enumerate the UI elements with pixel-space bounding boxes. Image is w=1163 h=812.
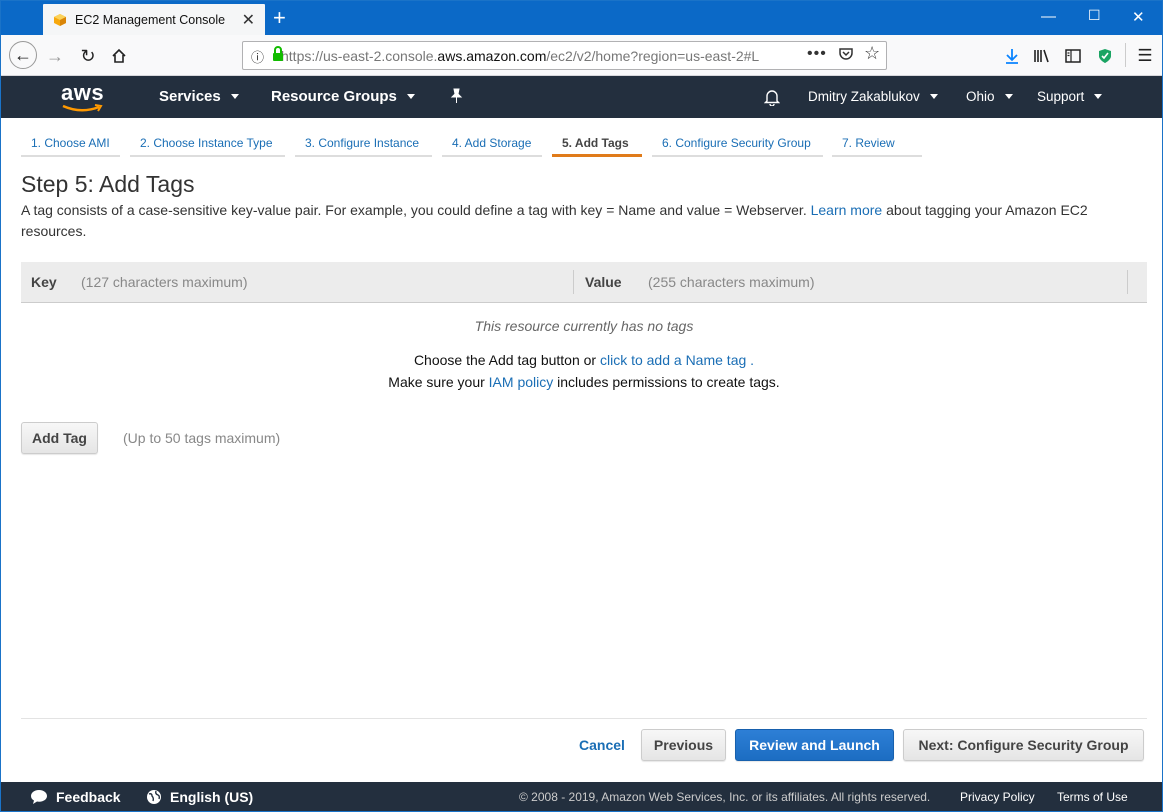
column-divider xyxy=(1127,270,1128,294)
tags-table-header: Key (127 characters maximum) Value (255 … xyxy=(21,262,1147,303)
support-menu[interactable]: Support xyxy=(1037,89,1103,104)
help-line-2: Make sure your IAM policy includes permi… xyxy=(388,374,780,390)
column-divider xyxy=(573,270,574,294)
page-title: Step 5: Add Tags xyxy=(21,171,195,197)
value-column-header: Value xyxy=(585,274,622,290)
pocket-icon[interactable] xyxy=(838,46,854,65)
help-line-1: Choose the Add tag button or click to ad… xyxy=(413,352,755,368)
browser-window: EC2 Management Console ✕ + — ☐ ✕ ← → ↻ ⓘ… xyxy=(0,0,1163,812)
url-text: https://us-east-2.console.aws.amazon.com… xyxy=(281,47,760,64)
tab-title: EC2 Management Console xyxy=(75,12,226,27)
empty-tags-message: This resource currently has no tags xyxy=(474,318,694,334)
step-add-tags[interactable]: 5. Add Tags xyxy=(552,130,642,157)
add-name-tag-link[interactable]: click to add a Name tag . xyxy=(600,352,754,368)
cancel-button[interactable]: Cancel xyxy=(579,737,625,753)
library-icon[interactable] xyxy=(1029,43,1055,69)
info-icon[interactable]: ⓘ xyxy=(251,47,264,66)
desc-text: A tag consists of a case-sensitive key-v… xyxy=(21,202,807,218)
window-close-icon[interactable]: ✕ xyxy=(1132,8,1145,26)
pin-icon[interactable] xyxy=(449,88,463,109)
menu-icon[interactable]: ☰ xyxy=(1132,43,1158,69)
step-review[interactable]: 7. Review xyxy=(832,130,922,157)
terms-of-use-link[interactable]: Terms of Use xyxy=(1057,790,1128,804)
globe-icon xyxy=(147,790,161,804)
key-column-hint: (127 characters maximum) xyxy=(81,274,248,290)
key-column-header: Key xyxy=(31,274,57,290)
add-tag-hint: (Up to 50 tags maximum) xyxy=(123,430,281,446)
aws-logo[interactable]: aws xyxy=(61,80,104,112)
add-tag-button[interactable]: Add Tag xyxy=(21,422,98,454)
lock-icon xyxy=(272,46,284,65)
feedback-button[interactable]: Feedback xyxy=(30,789,121,805)
minimize-icon[interactable]: — xyxy=(1041,8,1056,25)
chevron-down-icon xyxy=(406,94,415,99)
next-configure-security-group-button[interactable]: Next: Configure Security Group xyxy=(903,729,1144,761)
sidebar-icon[interactable] xyxy=(1060,43,1086,69)
previous-button[interactable]: Previous xyxy=(641,729,726,761)
actions-divider xyxy=(21,718,1147,719)
chevron-down-icon xyxy=(1004,94,1013,99)
region-menu[interactable]: Ohio xyxy=(966,89,1013,104)
step-choose-instance-type[interactable]: 2. Choose Instance Type xyxy=(130,130,285,157)
bookmark-star-icon[interactable]: ☆ xyxy=(864,43,880,64)
step-choose-ami[interactable]: 1. Choose AMI xyxy=(21,130,120,157)
user-menu[interactable]: Dmitry Zakablukov xyxy=(808,89,938,104)
browser-tab[interactable]: EC2 Management Console ✕ xyxy=(43,4,265,35)
value-column-hint: (255 characters maximum) xyxy=(648,274,815,290)
privacy-policy-link[interactable]: Privacy Policy xyxy=(960,790,1035,804)
chevron-down-icon xyxy=(230,94,239,99)
iam-policy-link[interactable]: IAM policy xyxy=(489,374,554,390)
step-configure-instance[interactable]: 3. Configure Instance xyxy=(295,130,432,157)
review-and-launch-button[interactable]: Review and Launch xyxy=(735,729,894,761)
maximize-icon[interactable]: ☐ xyxy=(1088,7,1101,24)
chevron-down-icon xyxy=(929,94,938,99)
title-bar: EC2 Management Console ✕ + — ☐ ✕ xyxy=(1,1,1162,35)
toolbar-divider xyxy=(1125,43,1126,67)
resource-groups-menu[interactable]: Resource Groups xyxy=(271,88,415,105)
services-menu[interactable]: Services xyxy=(159,88,239,105)
step-add-storage[interactable]: 4. Add Storage xyxy=(442,130,542,157)
browser-toolbar: ← → ↻ ⓘ https://us-east-2.console.aws.am… xyxy=(1,35,1162,76)
download-icon[interactable] xyxy=(999,43,1025,69)
new-tab-icon[interactable]: + xyxy=(273,5,286,31)
reload-icon[interactable]: ↻ xyxy=(75,43,101,69)
tab-close-icon[interactable]: ✕ xyxy=(242,10,255,30)
console-footer: Feedback English (US) © 2008 - 2019, Ama… xyxy=(1,782,1162,811)
step-configure-security-group[interactable]: 6. Configure Security Group xyxy=(652,130,823,157)
back-icon[interactable]: ← xyxy=(9,41,37,69)
shield-icon[interactable] xyxy=(1092,43,1118,69)
bell-icon[interactable] xyxy=(763,88,781,111)
page-actions-icon[interactable]: ••• xyxy=(807,45,827,63)
address-bar[interactable]: ⓘ https://us-east-2.console.aws.amazon.c… xyxy=(242,41,887,70)
home-icon[interactable] xyxy=(106,43,132,69)
learn-more-link[interactable]: Learn more xyxy=(811,202,883,218)
copyright-text: © 2008 - 2019, Amazon Web Services, Inc.… xyxy=(519,790,931,804)
forward-icon[interactable]: → xyxy=(42,43,68,69)
page-description: A tag consists of a case-sensitive key-v… xyxy=(21,200,1131,242)
speech-bubble-icon xyxy=(31,790,47,804)
aws-cube-icon xyxy=(53,13,67,27)
chevron-down-icon xyxy=(1094,94,1103,99)
language-selector[interactable]: English (US) xyxy=(146,789,253,805)
aws-top-nav: aws Services Resource Groups Dmitry Zaka… xyxy=(1,76,1162,118)
